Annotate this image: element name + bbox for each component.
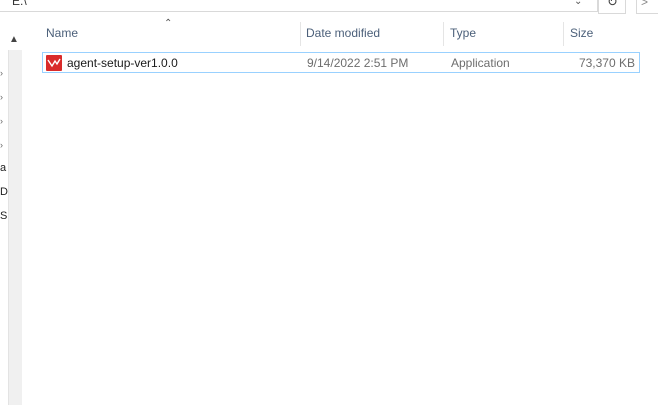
file-list[interactable]: agent-setup-ver1.0.0 9/14/2022 2:51 PM A… <box>22 48 658 405</box>
refresh-button[interactable]: ↻ <box>598 0 626 14</box>
file-date-modified: 9/14/2022 2:51 PM <box>307 56 409 70</box>
refresh-icon: ↻ <box>607 0 618 9</box>
column-divider[interactable] <box>563 22 564 46</box>
chevron-right-icon: > <box>641 0 649 9</box>
address-bar[interactable]: E:\ ⌄ <box>0 0 598 12</box>
column-header-size[interactable]: Size <box>570 26 593 40</box>
chevron-right-icon[interactable]: › <box>0 92 3 102</box>
chevron-down-icon[interactable]: ⌄ <box>574 0 582 7</box>
chevron-right-icon[interactable]: › <box>0 140 3 150</box>
nav-item-label[interactable]: a <box>0 162 6 174</box>
column-divider[interactable] <box>300 22 301 46</box>
navigation-pane[interactable]: ▲ › › › › a D/ S: <box>0 14 22 405</box>
file-name[interactable]: agent-setup-ver1.0.0 <box>67 56 178 70</box>
scroll-up-icon[interactable]: ▲ <box>9 34 19 45</box>
column-header-type[interactable]: Type <box>450 26 476 40</box>
file-type: Application <box>451 56 510 70</box>
column-header-name[interactable]: Name <box>46 26 78 40</box>
file-size: 73,370 KB <box>578 56 635 70</box>
column-header-date-modified[interactable]: Date modified <box>306 26 380 40</box>
column-header-row: ⌃ Name Date modified Type Size <box>22 14 658 48</box>
chevron-right-icon[interactable]: › <box>0 116 3 126</box>
sort-ascending-icon: ⌃ <box>164 18 173 29</box>
forward-button[interactable]: > <box>636 0 658 14</box>
file-row[interactable]: agent-setup-ver1.0.0 9/14/2022 2:51 PM A… <box>42 52 640 73</box>
application-icon <box>46 55 62 71</box>
column-divider[interactable] <box>443 22 444 46</box>
address-path[interactable]: E:\ <box>12 0 27 8</box>
chevron-right-icon[interactable]: › <box>0 68 3 78</box>
nav-scrollbar[interactable] <box>8 50 22 405</box>
